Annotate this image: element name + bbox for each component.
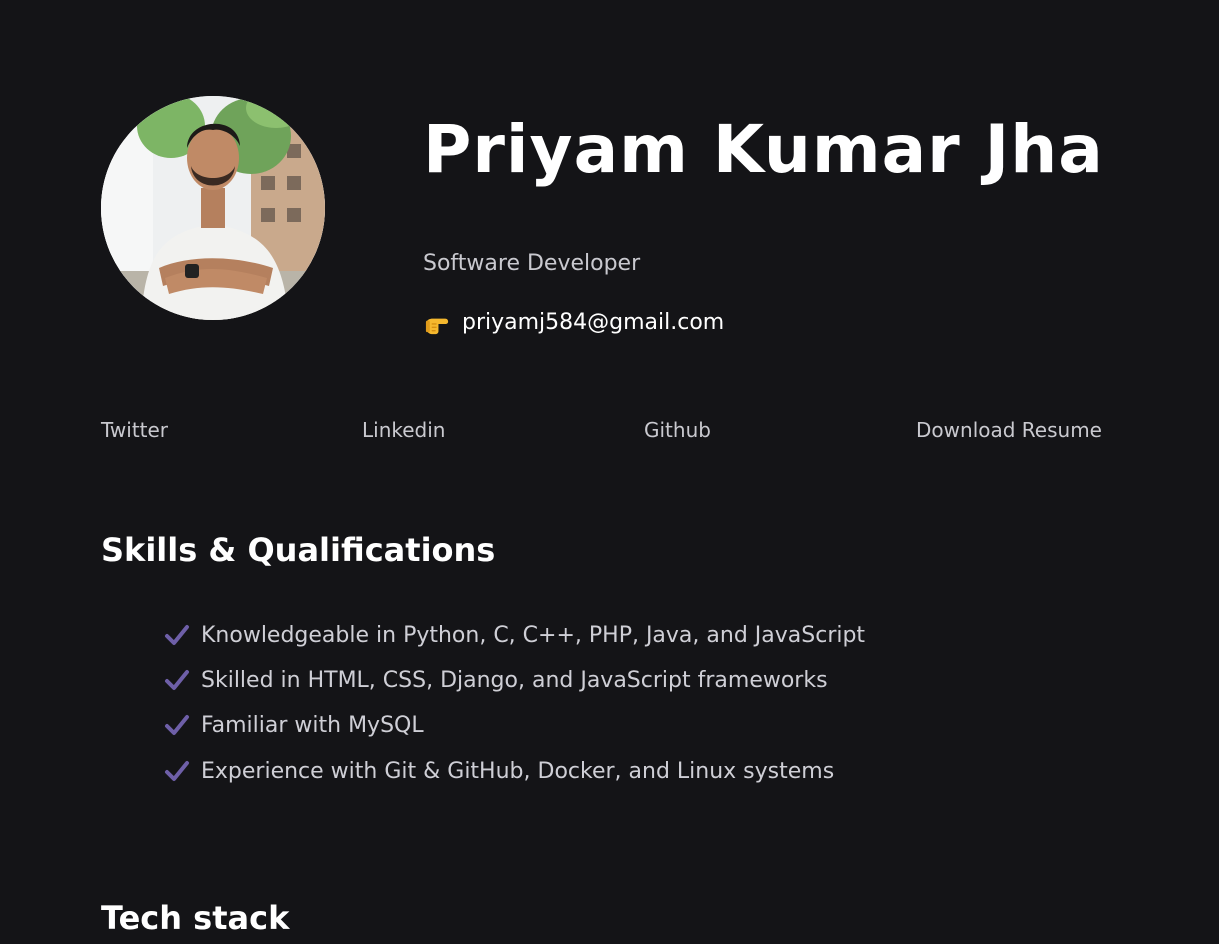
profile-photo [101, 96, 325, 320]
skill-text: Experience with Git & GitHub, Docker, an… [201, 758, 835, 784]
pointing-hand-icon [425, 318, 449, 334]
skills-list: Knowledgeable in Python, C, C++, PHP, Ja… [164, 613, 865, 794]
skill-item: Knowledgeable in Python, C, C++, PHP, Ja… [164, 613, 865, 658]
social-links: Twitter Linkedin Github Download Resume [101, 416, 1102, 444]
profile-name: Priyam Kumar Jha [423, 111, 1104, 188]
tech-stack-heading: Tech stack [101, 899, 290, 937]
skill-item: Skilled in HTML, CSS, Django, and JavaSc… [164, 658, 865, 703]
skill-text: Familiar with MySQL [201, 713, 424, 739]
checkmark-icon [165, 624, 189, 645]
profile-photo-illustration [101, 96, 325, 320]
skill-item: Experience with Git & GitHub, Docker, an… [164, 749, 865, 794]
linkedin-link[interactable]: Linkedin [362, 416, 445, 444]
checkmark-icon [165, 715, 189, 736]
email-row: priyamj584@gmail.com [424, 309, 724, 337]
checkmark-icon [165, 760, 189, 781]
skill-item: Familiar with MySQL [164, 704, 865, 749]
download-resume-link[interactable]: Download Resume [916, 416, 1102, 444]
skill-text: Knowledgeable in Python, C, C++, PHP, Ja… [201, 622, 866, 648]
checkmark-icon [165, 669, 189, 690]
twitter-link[interactable]: Twitter [101, 416, 168, 444]
email-address[interactable]: priyamj584@gmail.com [462, 309, 724, 337]
skill-text: Skilled in HTML, CSS, Django, and JavaSc… [201, 667, 828, 693]
github-link[interactable]: Github [644, 416, 711, 444]
portfolio-page: Priyam Kumar Jha Software Developer priy… [0, 0, 1219, 944]
skills-heading: Skills & Qualifications [101, 531, 496, 569]
profile-role: Software Developer [423, 251, 641, 276]
